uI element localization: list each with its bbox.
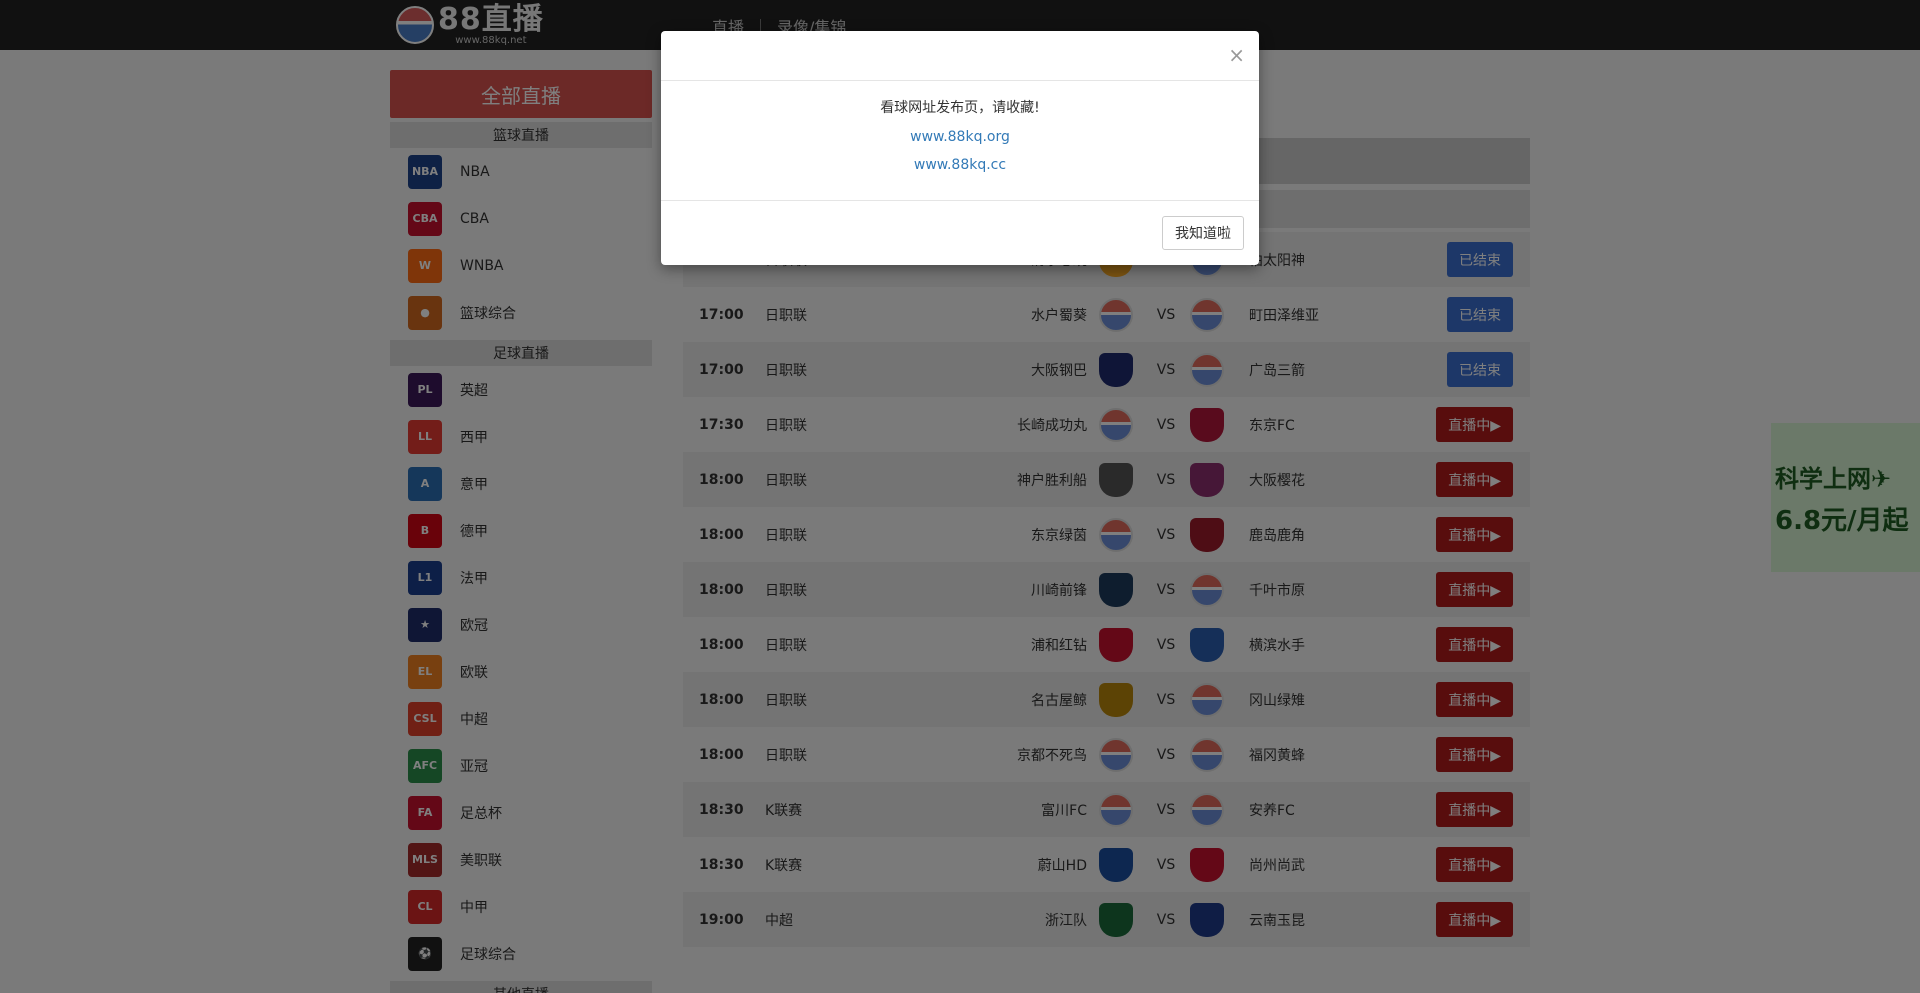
modal-link-org[interactable]: www.88kq.org [910,129,1010,145]
modal-message: 看球网址发布页，请收藏! [880,100,1040,116]
got-it-button[interactable]: 我知道啦 [1162,216,1244,250]
close-icon[interactable]: × [1228,43,1245,67]
modal-link-cc[interactable]: www.88kq.cc [914,157,1006,173]
modal-header: × [661,31,1259,81]
notice-modal: × 看球网址发布页，请收藏! www.88kq.org www.88kq.cc … [661,31,1259,265]
modal-body: 看球网址发布页，请收藏! www.88kq.org www.88kq.cc [661,81,1259,201]
modal-footer: 我知道啦 [661,201,1259,264]
